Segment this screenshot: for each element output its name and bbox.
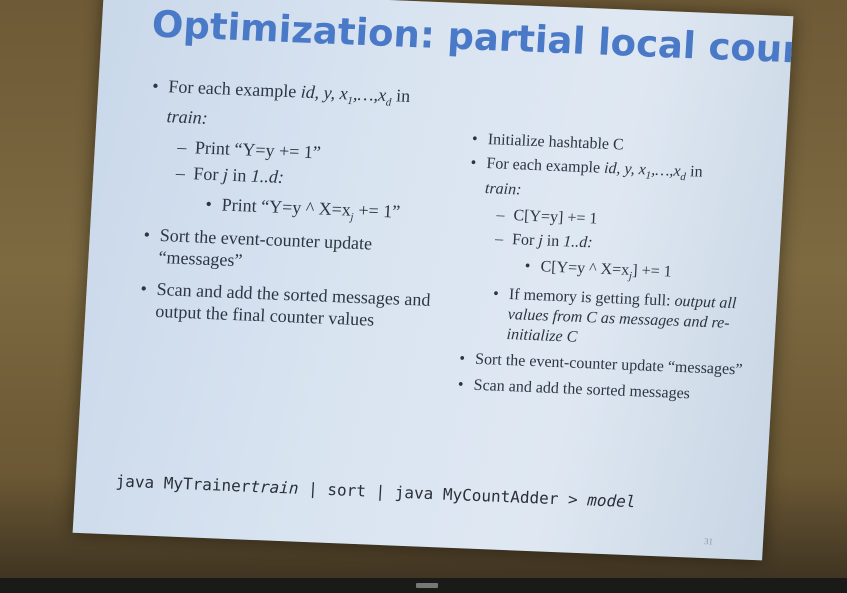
text-segment: in: [227, 164, 252, 186]
text-segment: Scan and add the sorted messages: [473, 377, 691, 403]
text-segment: For each example: [485, 155, 605, 177]
text-segment: Initialize hashtable C: [487, 131, 625, 154]
dash-marker: –: [496, 206, 505, 224]
dash-marker: –: [176, 136, 188, 157]
text-segment: 1..d:: [562, 233, 594, 252]
text-segment: in: [542, 232, 564, 251]
dash-marker: –: [494, 230, 504, 248]
text-segment: C[Y=y] += 1: [513, 207, 598, 228]
list-item: • If memory is getting full: output all …: [454, 283, 757, 355]
bullet-marker: •: [140, 278, 148, 299]
text-segment: += 1”: [353, 199, 401, 222]
presentation-slide: Optimization: partial local counting • F…: [72, 0, 794, 561]
list-item: • For each example id, y, x1,…,xd in tra…: [462, 153, 764, 210]
text-segment: id, y, x: [300, 81, 349, 104]
bullet-marker: •: [205, 193, 213, 214]
text-segment: For: [511, 231, 539, 250]
list-item: • For each example id, y, x1,…,xd in tra…: [144, 74, 447, 138]
text-segment: train:: [484, 180, 522, 199]
text-segment: ,…,x: [352, 83, 387, 105]
text-segment: train:: [166, 105, 209, 128]
text-segment: 1..d:: [250, 165, 285, 187]
dash-marker: –: [175, 162, 186, 183]
bullet-marker: •: [151, 75, 160, 96]
bullet-marker: •: [471, 130, 479, 148]
text-segment: ] += 1: [631, 262, 673, 281]
text-segment: For each example: [167, 76, 302, 102]
bullet-marker: •: [492, 285, 500, 304]
text-segment: in: [391, 85, 411, 106]
list-item: • Scan and add the sorted messages: [451, 375, 752, 407]
bullet-marker: •: [143, 224, 151, 245]
left-column: • For each example id, y, x1,…,xd in tra…: [133, 74, 447, 335]
bullet-marker: •: [524, 257, 531, 276]
slide-title: Optimization: partial local counting: [150, 2, 794, 76]
text-segment: java MyTrainer: [115, 471, 251, 496]
text-segment: C[Y=y ^ X=x: [540, 258, 630, 280]
text-segment: | sort | java MyCountAdder >: [297, 478, 588, 510]
bullet-marker: •: [457, 376, 464, 394]
text-segment: ,…,x: [650, 161, 682, 180]
text-segment: Scan and add the sorted messages and out…: [154, 279, 432, 330]
text-segment: Sort the event-counter update “messages”: [158, 225, 373, 271]
text-segment: Print “Y=y ^ X=x: [221, 194, 352, 220]
right-column: • Initialize hashtable C • For each exam…: [451, 129, 766, 409]
slide-page-number: 31: [703, 536, 714, 547]
text-segment: id, y, x: [603, 159, 647, 179]
list-item: • Sort the event-counter update “message…: [136, 223, 438, 279]
projector-logo: [416, 583, 438, 588]
text-segment: For: [192, 162, 224, 185]
list-item: • Scan and add the sorted messages and o…: [133, 277, 435, 333]
bullet-marker: •: [458, 350, 466, 368]
text-segment: Sort the event-counter update “messages”: [474, 351, 743, 379]
text-segment: train: [249, 476, 300, 498]
text-segment: Print “Y=y += 1”: [194, 136, 322, 162]
bullet-marker: •: [470, 154, 477, 172]
text-segment: model: [586, 490, 636, 512]
command-line: java MyTrainertrain | sort | java MyCoun…: [115, 471, 636, 511]
text-segment: in: [685, 163, 704, 181]
